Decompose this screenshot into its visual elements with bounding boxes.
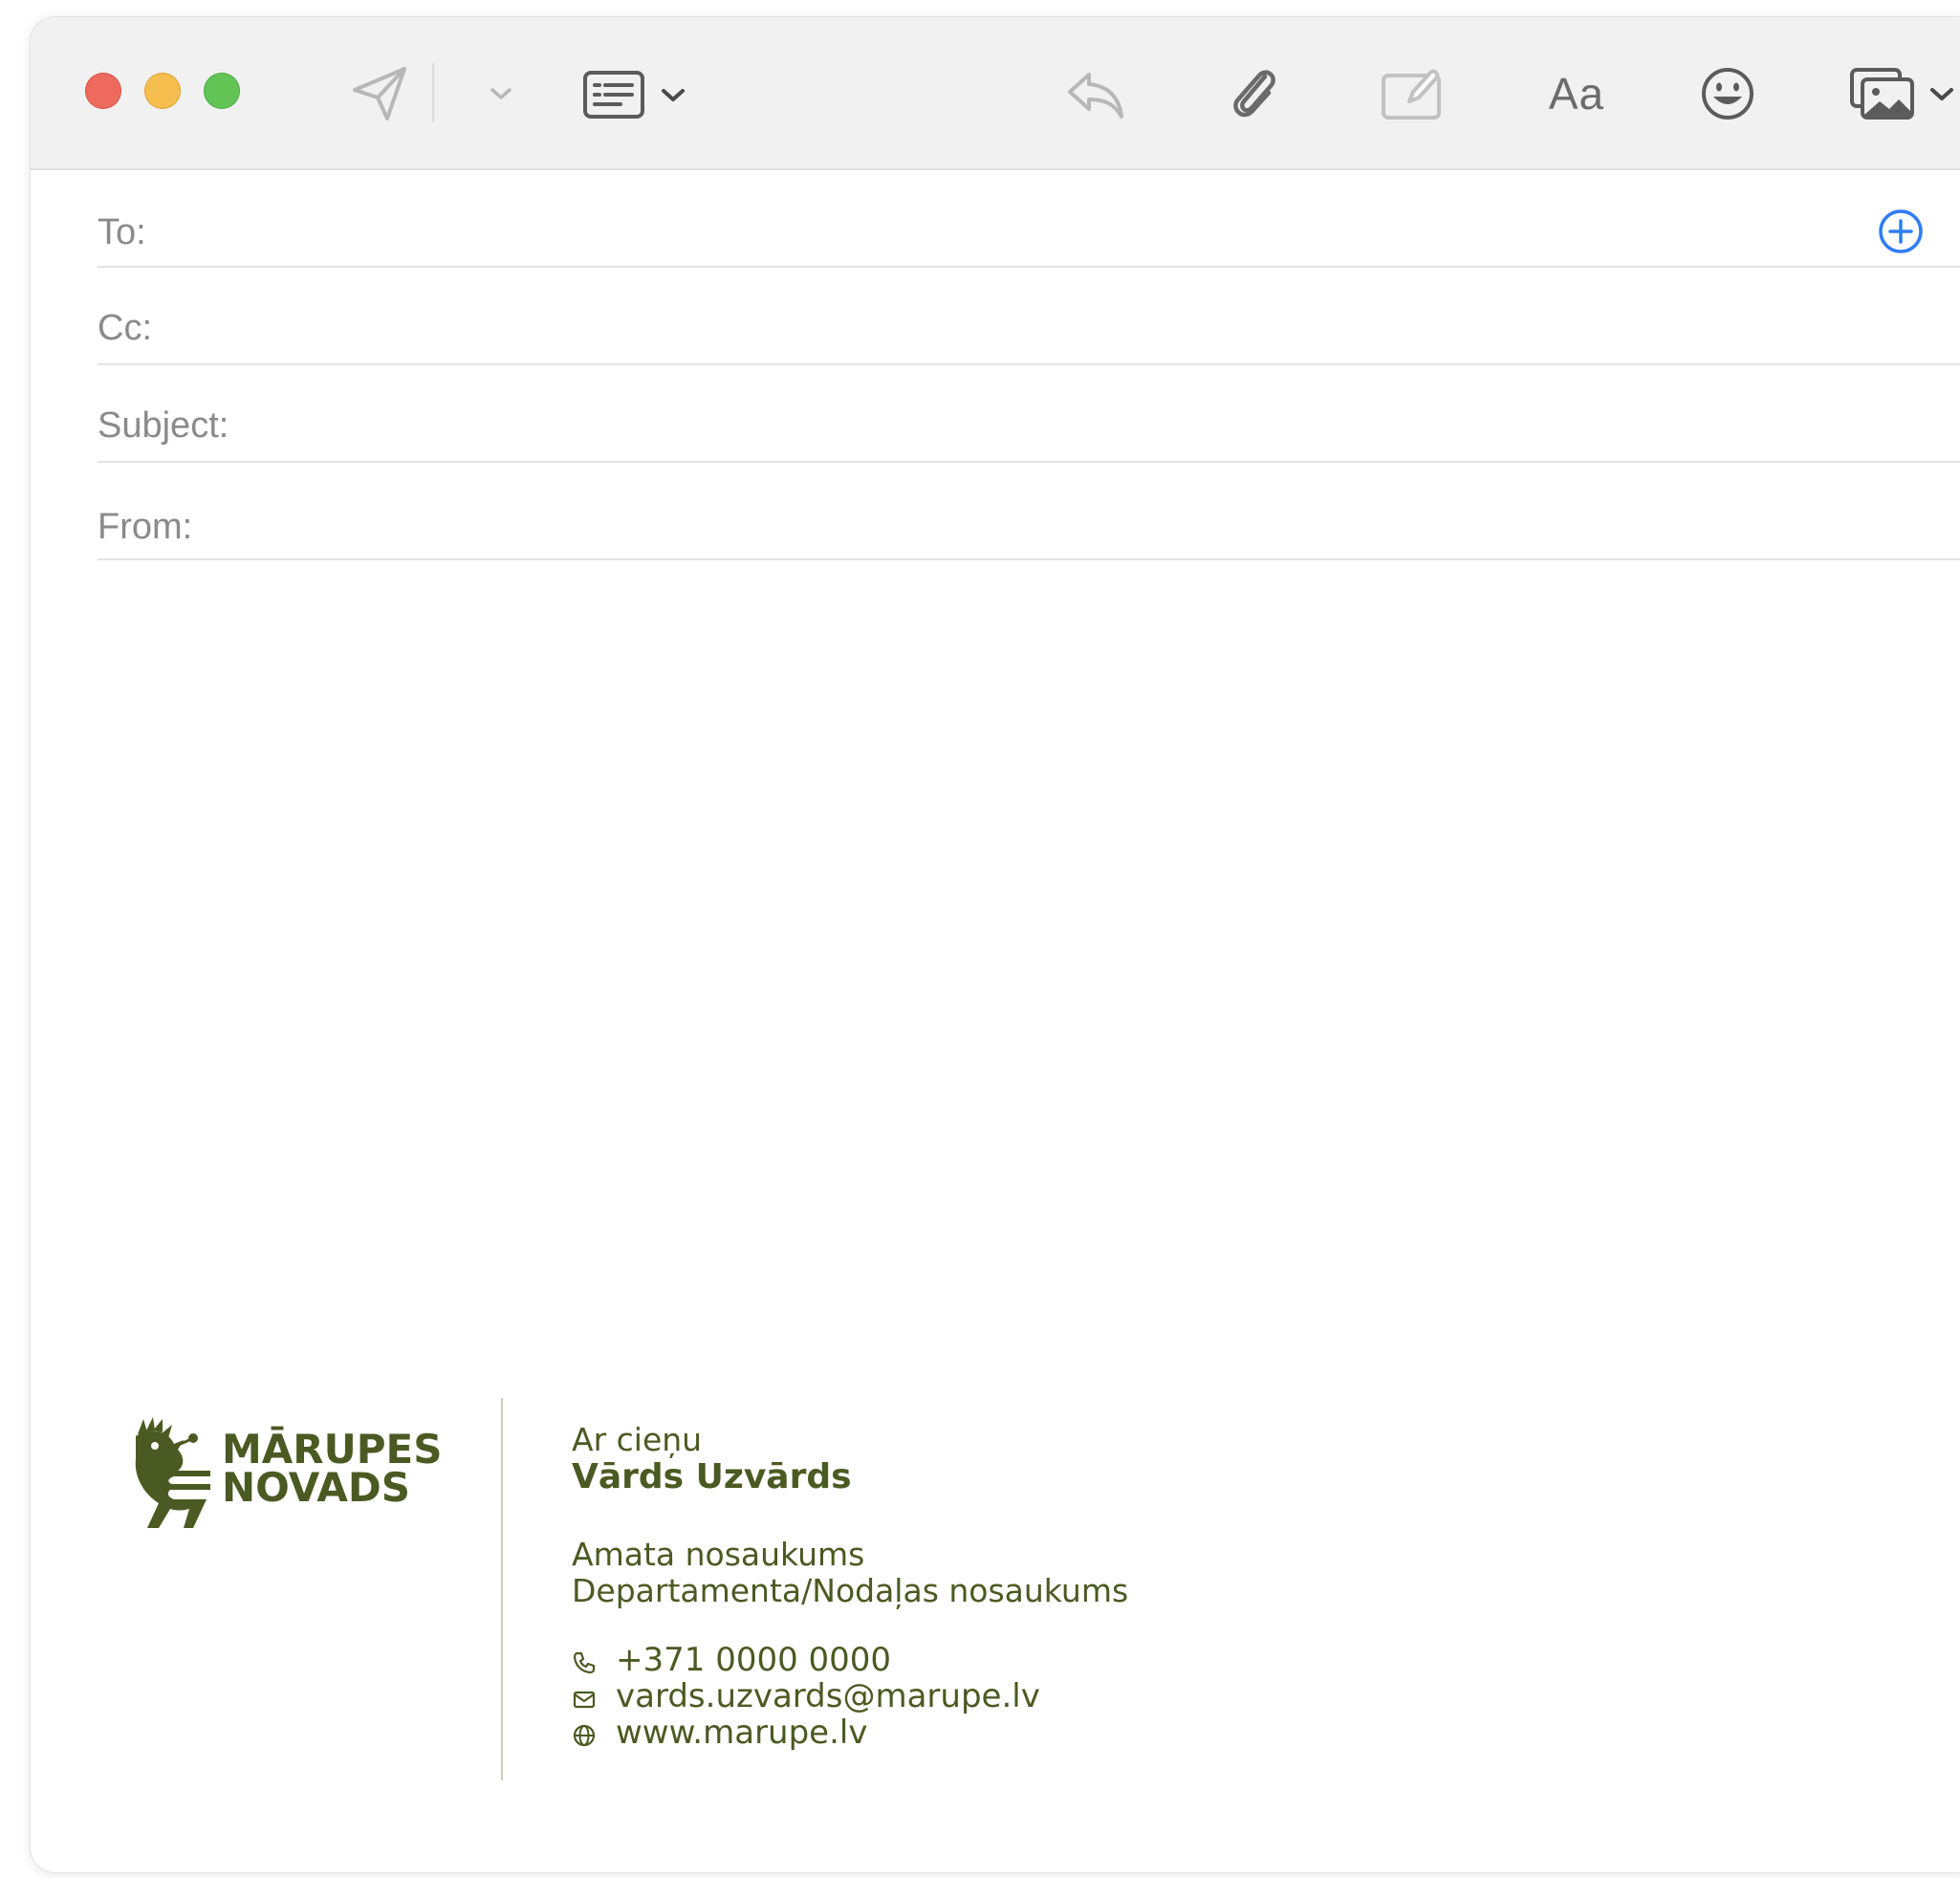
signature-role: Amata nosaukums [572,1536,865,1573]
mail-compose-window: Aa To: Cc: Subject: From: MĀRUPES NOVADS… [31,17,1960,1872]
photo-browser-button[interactable] [1836,59,1960,128]
photo-browser-chevron-icon [1930,88,1953,100]
format-button[interactable]: Aa [1524,59,1629,128]
markup-button[interactable] [1369,57,1455,130]
format-label: Aa [1548,69,1605,119]
signature-divider [501,1398,503,1780]
header-fields-chevron-icon [662,89,685,101]
phone-icon [573,1651,596,1674]
send-button[interactable] [337,57,423,130]
close-window-button[interactable] [85,73,121,109]
send-options-chevron-icon [490,88,512,99]
photo-browser-icon [1850,68,1914,120]
paperclip-icon [1233,70,1275,118]
signature-greeting: Ar cieņu [572,1421,703,1458]
markup-icon [1382,69,1441,120]
signature-name: Vārds Uzvārds [572,1457,852,1496]
toolbar: Aa [31,17,1960,170]
maximize-window-button[interactable] [204,73,240,109]
mail-icon [573,1691,596,1709]
logo-wordmark: MĀRUPES NOVADS [222,1426,443,1511]
reply-icon [1068,73,1123,119]
globe-icon [573,1724,596,1747]
phone-number: +371 0000 0000 [616,1641,892,1679]
send-options-button[interactable] [480,75,522,113]
from-field[interactable]: From: [98,463,1960,560]
subject-label: Subject: [98,405,229,446]
add-contact-button[interactable] [1878,208,1923,253]
emoji-button[interactable] [1685,57,1771,130]
logo-line-1: MĀRUPES [222,1426,443,1473]
attach-button[interactable] [1212,55,1295,132]
reply-button[interactable] [1054,59,1136,132]
subject-field[interactable]: Subject: [98,365,1960,463]
to-label: To: [98,212,146,252]
cc-label: Cc: [98,308,152,348]
cc-field[interactable]: Cc: [98,268,1960,365]
header-fields-button[interactable] [577,61,692,128]
marupes-novads-logo: MĀRUPES NOVADS [130,1417,455,1532]
to-field[interactable]: To: [98,170,1960,268]
email-signature: MĀRUPES NOVADS Ar cieņu Vārds Uzvārds Am… [130,1398,1277,1800]
signature-department: Departamenta/Nodaļas nosaukums [572,1572,1129,1609]
emoji-icon [1702,68,1753,120]
email-address[interactable]: vards.uzvards@marupe.lv [616,1677,1040,1715]
header-fields-icon [583,71,644,119]
plus-circle-icon [1879,209,1923,253]
from-label: From: [98,507,193,547]
logo-line-2: NOVADS [222,1464,410,1511]
minimize-window-button[interactable] [144,73,181,109]
toolbar-separator [432,63,434,122]
send-icon [353,67,406,120]
woodpecker-logo-icon [135,1417,210,1528]
website-link[interactable]: www.marupe.lv [616,1714,867,1752]
